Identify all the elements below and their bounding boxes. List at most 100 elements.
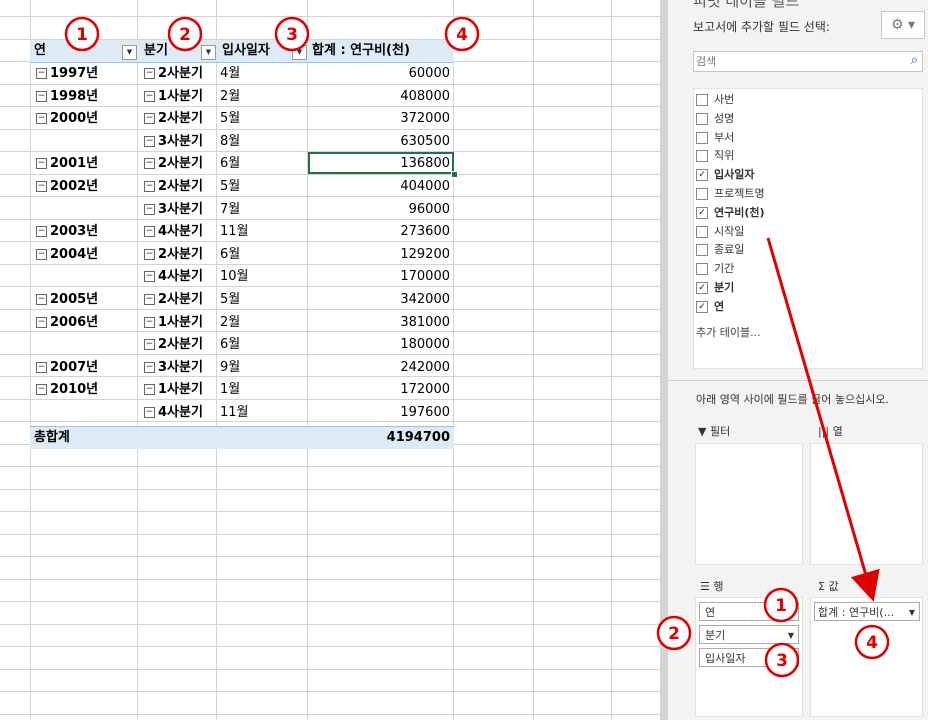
grid-row-line <box>0 16 660 17</box>
collapse-icon[interactable]: − <box>144 68 155 79</box>
spreadsheet-grid[interactable]: 연 분기 입사일자 합계 : 연구비(천) ▼ ▼ ▼ −1997년 −2사분기 4월 60000−… <box>0 0 660 720</box>
collapse-icon[interactable]: − <box>144 135 155 147</box>
pivot-row[interactable]: −1998년 −1사분기 2월 408000 <box>30 86 454 108</box>
more-tables-link[interactable]: 추가 테이블... <box>696 324 761 340</box>
collapse-icon[interactable]: − <box>144 271 155 283</box>
collapse-icon[interactable]: − <box>36 384 47 396</box>
search-icon[interactable]: ⌕ <box>911 53 918 68</box>
selected-cell[interactable] <box>308 152 454 174</box>
field-item[interactable]: ✓ 분기 <box>696 279 734 297</box>
collapse-icon[interactable]: − <box>144 316 155 328</box>
pivot-row[interactable]: −2007년 −3사분기 9월 242000 <box>30 357 454 379</box>
pivot-row[interactable]: −4사분기 11월 197600 <box>30 402 454 424</box>
rows-area[interactable]: 연 분기 ▼ 입사일자 <box>695 597 803 717</box>
collapse-icon[interactable]: − <box>144 203 155 215</box>
field-item[interactable]: 기간 <box>696 260 734 278</box>
pivot-row[interactable]: −2004년 −2사분기 6월 129200 <box>30 244 454 266</box>
collapse-icon[interactable]: − <box>36 113 47 125</box>
collapse-icon[interactable]: − <box>144 90 155 102</box>
quarter-filter-dropdown[interactable]: ▼ <box>201 45 216 60</box>
field-item[interactable]: 성명 <box>696 110 734 128</box>
collapse-icon[interactable]: − <box>144 339 155 351</box>
field-checkbox[interactable] <box>696 225 708 238</box>
pivot-row[interactable]: −2010년 −1사분기 1월 172000 <box>30 379 454 401</box>
pivot-row[interactable]: −3사분기 7월 96000 <box>30 199 454 221</box>
field-checkbox[interactable]: ✓ <box>696 206 708 219</box>
sum-cell: 273600 <box>400 224 450 240</box>
collapse-icon[interactable]: − <box>36 294 47 305</box>
fill-handle[interactable] <box>451 171 458 178</box>
collapse-icon[interactable]: − <box>144 248 155 260</box>
collapse-icon[interactable]: − <box>36 248 47 260</box>
grid-row-line <box>0 691 660 692</box>
collapse-icon[interactable]: − <box>36 68 47 79</box>
pivot-row[interactable]: −2002년 −2사분기 5월 404000 <box>30 176 454 198</box>
collapse-icon[interactable]: − <box>144 158 155 170</box>
value-field-sum[interactable]: 합계 : 연구비(... ▼ <box>814 602 920 621</box>
pivot-row[interactable]: −2000년 −2사분기 5월 372000 <box>30 108 454 130</box>
pivot-row[interactable]: −2사분기 6월 180000 <box>30 334 454 356</box>
pivot-row[interactable]: −2006년 −1사분기 2월 381000 <box>30 312 454 334</box>
search-input[interactable] <box>696 54 896 69</box>
pivot-row[interactable]: −2003년 −4사분기 11월 273600 <box>30 221 454 243</box>
field-checkbox[interactable]: ✓ <box>696 169 708 182</box>
field-item[interactable]: ✓ 연 <box>696 298 724 316</box>
field-item[interactable]: 직위 <box>696 147 734 165</box>
row-field-year[interactable]: 연 <box>699 602 799 621</box>
field-item[interactable]: ✓ 연구비(천) <box>696 204 765 222</box>
quarter-cell: −3사분기 <box>144 201 203 217</box>
quarter-cell: −2사분기 <box>144 292 203 307</box>
quarter-cell: −2사분기 <box>144 179 203 194</box>
field-checkbox[interactable] <box>696 188 708 200</box>
field-item[interactable]: 시작일 <box>696 223 744 241</box>
values-area[interactable]: 합계 : 연구비(... ▼ <box>810 597 923 717</box>
collapse-icon[interactable]: − <box>144 361 155 373</box>
pivot-field-panel: 피벗 테이블 필드 보고서에 추가할 필드 선택: ⚙ ▾ ⌕ 사번성명부서직위… <box>668 0 928 720</box>
field-label: 입사일자 <box>714 168 755 182</box>
panel-splitter[interactable] <box>660 0 668 720</box>
collapse-icon[interactable]: − <box>36 226 47 238</box>
row-field-hiredate[interactable]: 입사일자 <box>699 648 799 667</box>
search-box[interactable]: ⌕ <box>693 51 923 72</box>
grid-row-line <box>0 579 660 580</box>
field-checkbox[interactable] <box>696 150 708 163</box>
row-field-quarter[interactable]: 분기 ▼ <box>699 625 799 644</box>
field-checkbox[interactable] <box>696 94 708 106</box>
collapse-icon[interactable]: − <box>36 158 47 170</box>
chevron-down-icon[interactable]: ▼ <box>788 626 794 643</box>
pivot-row[interactable]: −4사분기 10월 170000 <box>30 266 454 288</box>
field-checkbox[interactable]: ✓ <box>696 300 708 313</box>
field-checkbox[interactable] <box>696 263 708 276</box>
field-checkbox[interactable]: ✓ <box>696 282 708 294</box>
collapse-icon[interactable]: − <box>36 90 47 102</box>
collapse-icon[interactable]: − <box>36 181 47 192</box>
filter-area[interactable] <box>695 443 803 565</box>
collapse-icon[interactable]: − <box>144 384 155 396</box>
gear-icon[interactable]: ⚙ ▾ <box>881 11 925 39</box>
collapse-icon[interactable]: − <box>36 316 47 328</box>
year-cell: −2000년 <box>36 111 99 127</box>
hiredate-cell: 8월 <box>220 133 241 149</box>
collapse-icon[interactable]: − <box>144 407 155 418</box>
collapse-icon[interactable]: − <box>144 113 155 125</box>
field-checkbox[interactable] <box>696 244 708 257</box>
chevron-down-icon[interactable]: ▼ <box>909 603 915 620</box>
field-item[interactable]: 프로젝트명 <box>696 185 765 203</box>
field-item[interactable]: ✓ 입사일자 <box>696 166 754 184</box>
year-filter-dropdown[interactable]: ▼ <box>122 45 137 60</box>
columns-area[interactable] <box>810 443 923 565</box>
collapse-icon[interactable]: − <box>144 181 155 192</box>
field-item[interactable]: 부서 <box>696 129 734 147</box>
field-item[interactable]: 종료일 <box>696 241 744 259</box>
field-checkbox[interactable] <box>696 131 708 144</box>
pivot-row[interactable]: −3사분기 8월 630500 <box>30 131 454 153</box>
collapse-icon[interactable]: − <box>144 226 155 238</box>
panel-title: 피벗 테이블 필드 <box>693 0 800 10</box>
collapse-icon[interactable]: − <box>36 361 47 373</box>
field-item[interactable]: 사번 <box>696 91 734 109</box>
pivot-row[interactable]: −1997년 −2사분기 4월 60000 <box>30 63 454 85</box>
collapse-icon[interactable]: − <box>144 294 155 305</box>
hiredate-filter-dropdown[interactable]: ▼ <box>292 45 307 60</box>
pivot-row[interactable]: −2005년 −2사분기 5월 342000 <box>30 289 454 311</box>
field-checkbox[interactable] <box>696 112 708 125</box>
